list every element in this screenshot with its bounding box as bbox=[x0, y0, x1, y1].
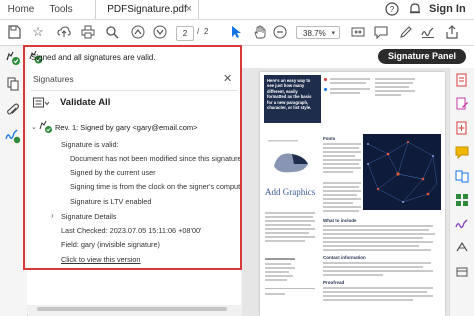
options-menu-icon[interactable] bbox=[33, 97, 50, 109]
toolbar: ☆ 2 / 2 38.7% ▾ bbox=[0, 20, 474, 46]
bullet-icon bbox=[324, 78, 327, 81]
signature-status-bar: Signed and all signatures are valid. Sig… bbox=[27, 46, 474, 69]
doc-heading-fonts: Fonts bbox=[323, 136, 336, 141]
export-pdf-icon[interactable] bbox=[454, 72, 470, 88]
page-separator: / bbox=[197, 27, 200, 36]
sign-in-link[interactable]: Sign In bbox=[429, 2, 466, 17]
fill-sign-icon[interactable] bbox=[5, 128, 21, 144]
pdf-page: Here's an easy way to see just how many … bbox=[260, 72, 445, 316]
zoom-level-select[interactable]: 38.7% ▾ bbox=[296, 26, 340, 39]
help-icon[interactable]: ? bbox=[385, 2, 399, 16]
detail-line: Signature is valid: bbox=[61, 140, 119, 149]
chevron-down-icon: ▾ bbox=[331, 30, 335, 37]
horizontal-scrollbar[interactable] bbox=[27, 305, 241, 314]
close-tab-icon[interactable]: × bbox=[186, 0, 192, 19]
detail-line: Document has not been modified since thi… bbox=[70, 154, 257, 163]
tab-bar: Home Tools PDFSignature.pdf × ? Sign In bbox=[0, 0, 474, 20]
sign-icon[interactable] bbox=[420, 24, 436, 40]
attachment-icon[interactable] bbox=[5, 102, 21, 118]
zoom-out-icon[interactable] bbox=[272, 24, 288, 40]
organize-pages-icon[interactable] bbox=[454, 192, 470, 208]
pages-thumbnail-icon[interactable] bbox=[5, 76, 21, 92]
share-icon[interactable] bbox=[444, 24, 460, 40]
doc-heading-contact: Contact information bbox=[323, 255, 366, 260]
save-icon[interactable] bbox=[6, 24, 22, 40]
signature-field-text: Field: gary (invisible signature) bbox=[61, 240, 160, 249]
comment-icon[interactable] bbox=[373, 24, 389, 40]
signature-revision-label[interactable]: Rev. 1: Signed by gary <gary@email.com> bbox=[55, 123, 198, 132]
more-tools-icon[interactable] bbox=[454, 240, 470, 256]
next-page-icon[interactable] bbox=[152, 24, 168, 40]
notifications-icon[interactable] bbox=[408, 2, 422, 16]
detail-line: Signed by the current user bbox=[70, 168, 156, 177]
page-number-input[interactable]: 2 bbox=[176, 26, 194, 41]
previous-page-icon[interactable] bbox=[130, 24, 146, 40]
detail-line: Signing time is from the clock on the si… bbox=[70, 182, 249, 191]
right-tools-bar bbox=[449, 68, 474, 316]
select-cursor-icon[interactable] bbox=[228, 24, 244, 40]
scrollbar-thumb[interactable] bbox=[37, 307, 227, 311]
edit-pdf-icon[interactable] bbox=[454, 96, 470, 112]
doc-headline-block: Here's an easy way to see just how many … bbox=[264, 75, 321, 123]
search-icon[interactable] bbox=[104, 24, 120, 40]
tab-document[interactable]: PDFSignature.pdf × bbox=[95, 0, 199, 19]
customize-tools-icon[interactable] bbox=[454, 264, 470, 280]
svg-text:?: ? bbox=[390, 5, 395, 14]
signature-panel-button[interactable]: Signature Panel bbox=[377, 49, 466, 64]
bullet-icon bbox=[324, 88, 327, 91]
fill-sign-tool-icon[interactable] bbox=[454, 216, 470, 232]
network-image bbox=[363, 134, 441, 210]
comment-tool-icon[interactable] bbox=[454, 144, 470, 160]
tab-document-label: PDFSignature.pdf bbox=[107, 4, 187, 15]
document-view[interactable]: Here's an easy way to see just how many … bbox=[242, 68, 474, 316]
signature-valid-icon bbox=[39, 120, 53, 134]
hand-tool-icon[interactable] bbox=[252, 24, 268, 40]
doc-heading-include: What to include bbox=[323, 218, 357, 223]
doc-heading-proofread: Proofread bbox=[323, 280, 345, 285]
page-total: 2 bbox=[204, 27, 209, 36]
zoom-level-value: 38.7% bbox=[303, 29, 326, 38]
create-pdf-icon[interactable] bbox=[454, 120, 470, 136]
last-checked-text: Last Checked: 2023.07.05 15:11:06 +08'00… bbox=[61, 226, 202, 235]
signatures-panel-title: Signatures bbox=[33, 74, 74, 84]
signatures-panel: Signatures ✕ Validate All ⌄ Rev. 1: Sign… bbox=[27, 68, 257, 314]
bookmark-star-icon[interactable]: ☆ bbox=[30, 24, 46, 40]
chevron-right-icon[interactable]: › bbox=[51, 211, 54, 220]
doc-heading-add-graphics: Add Graphics bbox=[265, 187, 316, 197]
tab-tools[interactable]: Tools bbox=[44, 0, 78, 19]
close-panel-icon[interactable]: ✕ bbox=[223, 72, 232, 85]
chevron-down-icon[interactable]: ⌄ bbox=[31, 123, 37, 131]
view-version-link[interactable]: Click to view this version bbox=[61, 255, 140, 264]
left-rail bbox=[0, 46, 28, 316]
pen-annotate-icon[interactable] bbox=[398, 24, 414, 40]
signature-panel-icon[interactable] bbox=[5, 50, 21, 66]
upload-icon[interactable] bbox=[56, 24, 72, 40]
print-icon[interactable] bbox=[80, 24, 96, 40]
tab-home[interactable]: Home bbox=[4, 0, 38, 19]
validate-all-button[interactable]: Validate All bbox=[60, 97, 110, 108]
doc-mini-chart bbox=[264, 136, 319, 182]
detail-line: Signature is LTV enabled bbox=[70, 197, 152, 206]
fit-page-icon[interactable] bbox=[350, 24, 366, 40]
signature-details-toggle[interactable]: Signature Details bbox=[61, 212, 117, 221]
panel-divider bbox=[31, 90, 237, 91]
signature-status-text: Signed and all signatures are valid. bbox=[31, 53, 156, 62]
combine-files-icon[interactable] bbox=[454, 168, 470, 184]
